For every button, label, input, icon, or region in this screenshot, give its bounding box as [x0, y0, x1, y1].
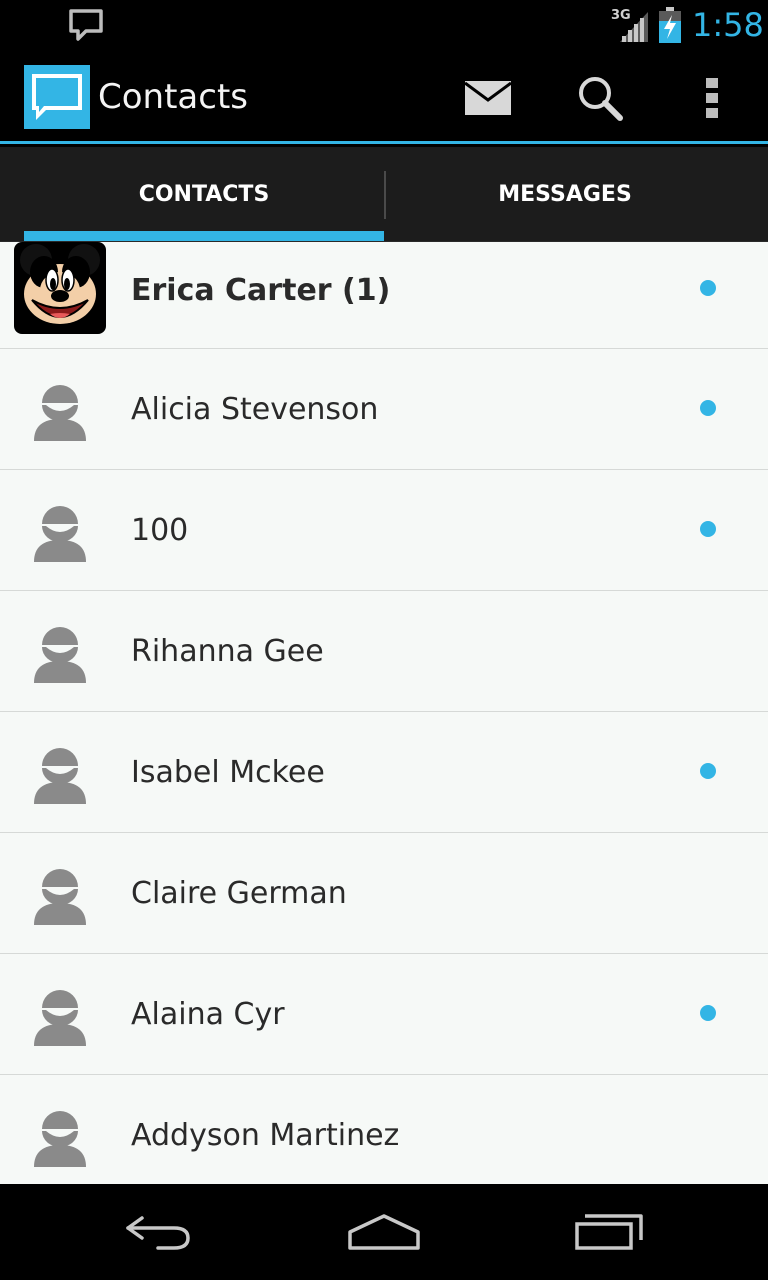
default-person-icon[interactable]	[28, 740, 92, 804]
contact-name: Erica Carter (1)	[131, 272, 391, 308]
system-nav-bar	[0, 1184, 768, 1280]
home-button[interactable]	[329, 1202, 439, 1262]
cell-signal-icon	[620, 12, 648, 42]
tab-contacts[interactable]: CONTACTS	[24, 147, 384, 242]
action-bar: Contacts	[0, 50, 768, 144]
tab-bar: CONTACTS MESSAGES	[0, 147, 768, 242]
search-icon	[579, 77, 623, 121]
compose-message-button[interactable]	[458, 70, 518, 126]
home-icon	[348, 1214, 420, 1250]
unread-indicator	[700, 400, 716, 416]
search-button[interactable]	[570, 70, 630, 126]
contact-name: Alicia Stevenson	[131, 391, 379, 427]
default-person-icon[interactable]	[28, 982, 92, 1046]
contact-name: Alaina Cyr	[131, 996, 285, 1032]
unread-indicator	[700, 280, 716, 296]
contact-row[interactable]: Erica Carter (1)	[0, 242, 768, 349]
back-arrow-icon	[126, 1216, 190, 1250]
back-button[interactable]	[104, 1202, 214, 1262]
contact-row[interactable]: 100	[0, 470, 768, 591]
contact-row[interactable]: Addyson Martinez	[0, 1075, 768, 1184]
contact-row[interactable]: Rihanna Gee	[0, 591, 768, 712]
default-person-icon[interactable]	[28, 1103, 92, 1167]
default-person-icon[interactable]	[28, 619, 92, 683]
status-bar: 3G 1:58	[0, 0, 768, 50]
unread-indicator	[700, 1005, 716, 1021]
unread-indicator	[700, 521, 716, 537]
overflow-menu-button[interactable]	[682, 70, 742, 126]
default-person-icon[interactable]	[28, 861, 92, 925]
contact-row[interactable]: Claire German	[0, 833, 768, 954]
contact-row[interactable]: Isabel Mckee	[0, 712, 768, 833]
message-notification-icon	[69, 9, 103, 41]
recent-apps-icon	[575, 1214, 643, 1250]
default-person-icon[interactable]	[28, 377, 92, 441]
contact-name: Addyson Martinez	[131, 1117, 400, 1153]
chat-bubble-icon[interactable]	[24, 65, 90, 129]
envelope-icon	[464, 81, 512, 115]
contact-list[interactable]: Erica Carter (1) Alicia Stevenson 100 Ri…	[0, 242, 768, 1184]
battery-charging-icon	[659, 7, 681, 43]
default-person-icon[interactable]	[28, 498, 92, 562]
page-title: Contacts	[98, 77, 248, 117]
overflow-menu-icon	[706, 78, 718, 118]
contact-name: Isabel Mckee	[131, 754, 325, 790]
tab-messages[interactable]: MESSAGES	[385, 147, 745, 242]
contact-name: Rihanna Gee	[131, 633, 324, 669]
unread-indicator	[700, 763, 716, 779]
contact-name: Claire German	[131, 875, 347, 911]
contact-row[interactable]: Alicia Stevenson	[0, 349, 768, 470]
recent-apps-button[interactable]	[554, 1202, 664, 1262]
contact-row[interactable]: Alaina Cyr	[0, 954, 768, 1075]
mickey-mouse-avatar[interactable]	[14, 242, 106, 334]
contact-name: 100	[131, 512, 189, 548]
status-time: 1:58	[692, 6, 764, 44]
selected-tab-indicator	[24, 231, 384, 241]
